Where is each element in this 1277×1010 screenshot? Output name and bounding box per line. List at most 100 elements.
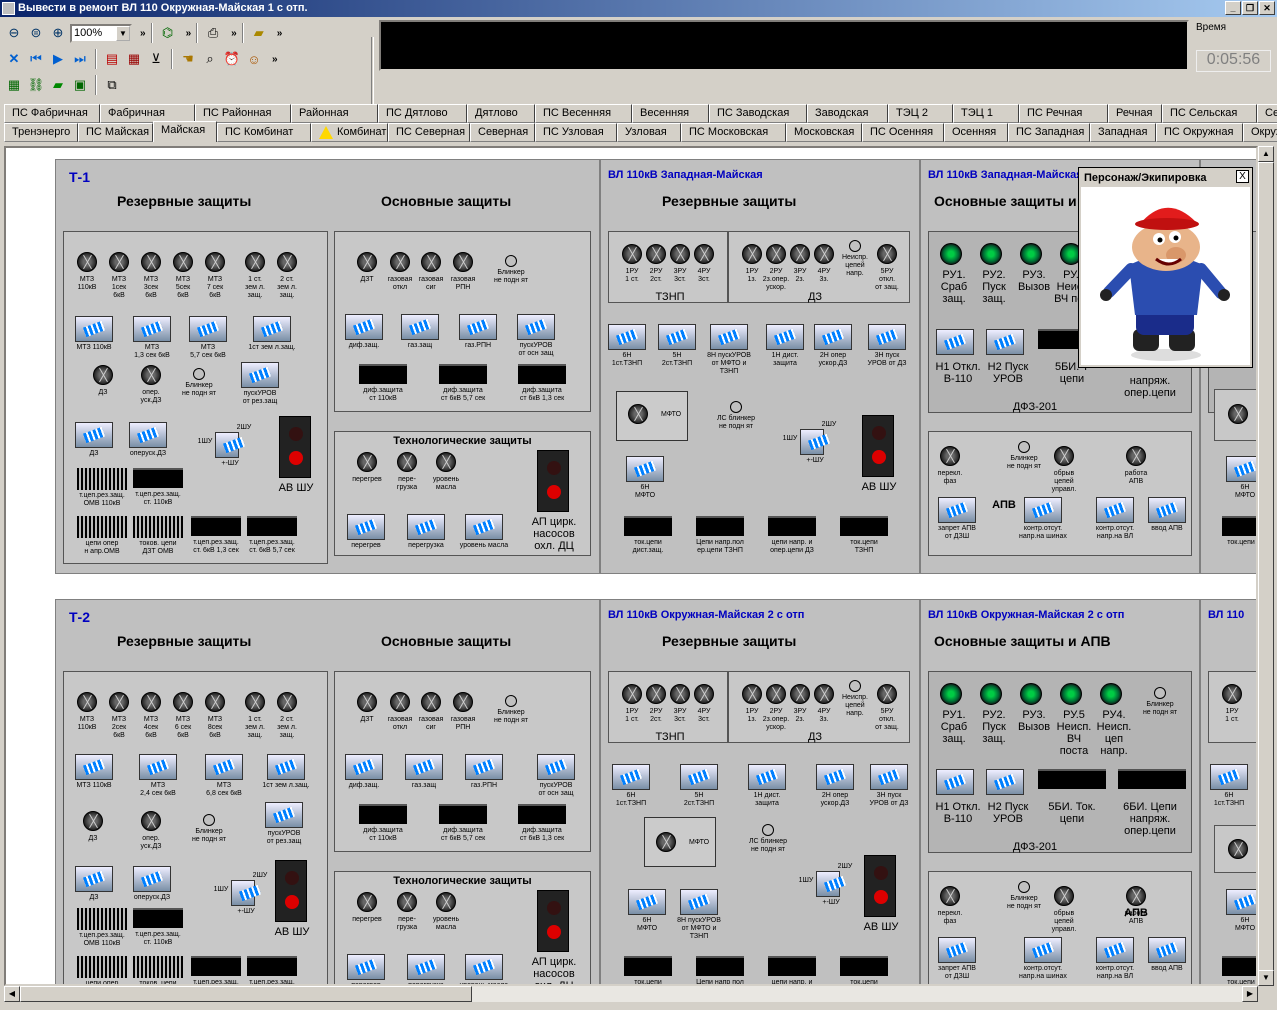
test-block[interactable] <box>247 956 297 976</box>
protection-knob[interactable] <box>790 244 810 264</box>
switch-button[interactable] <box>465 514 503 540</box>
indicator-knob[interactable] <box>1020 243 1042 265</box>
grid-icon[interactable]: ▣ <box>70 75 90 95</box>
table-icon[interactable]: ▦ <box>4 75 24 95</box>
tab-item[interactable]: Тренэнерго <box>4 123 78 142</box>
switch-button[interactable] <box>936 329 974 355</box>
protection-knob[interactable] <box>173 692 193 712</box>
protection-knob[interactable] <box>83 811 103 831</box>
protection-knob[interactable] <box>453 692 473 712</box>
print-icon[interactable]: ⎙ <box>203 23 223 43</box>
switch-button[interactable] <box>710 324 748 350</box>
switch-button[interactable] <box>407 954 445 980</box>
switch-button[interactable] <box>405 754 443 780</box>
switch-button[interactable] <box>816 764 854 790</box>
switch-button[interactable] <box>139 754 177 780</box>
protection-knob[interactable] <box>453 252 473 272</box>
test-block[interactable] <box>133 468 183 488</box>
indicator-knob[interactable] <box>1100 683 1122 705</box>
switch-button[interactable] <box>459 314 497 340</box>
indicator-knob[interactable] <box>1020 683 1042 705</box>
switch-button[interactable] <box>133 316 171 342</box>
protection-knob[interactable] <box>694 244 714 264</box>
protection-knob[interactable] <box>670 684 690 704</box>
play-icon[interactable]: ▶ <box>48 49 68 69</box>
terminal-strip[interactable] <box>77 516 127 538</box>
tab-item[interactable]: ПС Сельская <box>1162 104 1257 123</box>
tab-item[interactable]: ПС Западная <box>1008 123 1090 142</box>
tab-item[interactable]: ПС Осенняя <box>862 123 944 142</box>
test-block[interactable] <box>1222 516 1256 536</box>
switch-button[interactable] <box>75 422 113 448</box>
switch-button[interactable] <box>265 802 303 828</box>
switch-button[interactable] <box>1096 937 1134 963</box>
switch-button[interactable] <box>1024 937 1062 963</box>
scroll-up-icon[interactable]: ▲ <box>1258 146 1274 162</box>
switch-button[interactable] <box>267 754 305 780</box>
switch-button[interactable] <box>986 769 1024 795</box>
magnifier-icon[interactable]: ⌕ <box>200 49 220 69</box>
switch-button[interactable] <box>938 937 976 963</box>
switch-button[interactable] <box>75 866 113 892</box>
switch-button[interactable] <box>680 764 718 790</box>
switch-button[interactable] <box>537 754 575 780</box>
tab-item[interactable]: Сельская <box>1257 104 1277 123</box>
switch-button[interactable] <box>1226 456 1256 482</box>
zoom-fit-icon[interactable]: ⊜ <box>26 23 46 43</box>
switch-button[interactable] <box>1148 937 1186 963</box>
protection-knob[interactable] <box>646 244 666 264</box>
protection-knob[interactable] <box>109 692 129 712</box>
protection-knob[interactable] <box>436 892 456 912</box>
minimize-button[interactable]: _ <box>1225 1 1241 15</box>
protection-knob[interactable] <box>390 252 410 272</box>
protection-knob[interactable] <box>742 244 762 264</box>
switch-button[interactable] <box>133 866 171 892</box>
horizontal-scroll-thumb[interactable] <box>20 986 472 1002</box>
switch-button[interactable] <box>129 422 167 448</box>
switch-button[interactable] <box>75 316 113 342</box>
alarm-clock-icon[interactable]: ⏰ <box>222 49 242 69</box>
zoom-in-icon[interactable]: ⊕ <box>48 23 68 43</box>
protection-knob[interactable] <box>205 692 225 712</box>
tab-item[interactable]: ПС Речная <box>1019 104 1108 123</box>
protection-knob[interactable] <box>646 684 666 704</box>
protection-knob[interactable] <box>141 692 161 712</box>
scroll-right-icon[interactable]: ▶ <box>1242 986 1258 1002</box>
protection-knob[interactable] <box>277 252 297 272</box>
test-block[interactable] <box>439 804 487 824</box>
vertical-scroll-thumb[interactable] <box>1258 162 1274 974</box>
protection-knob[interactable] <box>766 684 786 704</box>
switch-button[interactable] <box>628 889 666 915</box>
zoom-out-icon[interactable]: ⊖ <box>4 23 24 43</box>
switch-button[interactable] <box>938 497 976 523</box>
switch-button[interactable] <box>870 764 908 790</box>
scroll-left-icon[interactable]: ◀ <box>4 986 20 1002</box>
switch-button[interactable] <box>748 764 786 790</box>
tab-item[interactable]: Речная <box>1108 104 1162 123</box>
tab-item[interactable]: Майская <box>153 121 217 142</box>
tab-item[interactable]: Комбинат <box>311 123 388 142</box>
av-breaker[interactable] <box>537 450 569 512</box>
switch-button[interactable] <box>347 954 385 980</box>
person-icon[interactable]: ☺ <box>244 49 264 69</box>
terminal-strip[interactable] <box>77 908 127 930</box>
protection-knob[interactable] <box>397 452 417 472</box>
test-block[interactable] <box>840 516 888 536</box>
protection-knob[interactable] <box>77 692 97 712</box>
protection-knob[interactable] <box>1228 839 1248 859</box>
network-icon[interactable]: ⌬ <box>158 23 178 43</box>
switch-button[interactable] <box>465 754 503 780</box>
popup-close-button[interactable]: X <box>1236 170 1249 183</box>
protection-knob[interactable] <box>622 244 642 264</box>
switch-button[interactable] <box>189 316 227 342</box>
test-block[interactable] <box>133 908 183 928</box>
protection-knob[interactable] <box>357 692 377 712</box>
shu-switch[interactable] <box>231 880 255 906</box>
tab-item[interactable]: ПС Узловая <box>535 123 617 142</box>
scroll-down-icon[interactable]: ▼ <box>1258 970 1274 986</box>
switch-button[interactable] <box>986 329 1024 355</box>
protection-knob[interactable] <box>277 692 297 712</box>
test-block[interactable] <box>247 516 297 536</box>
switch-button[interactable] <box>345 314 383 340</box>
switch-button[interactable] <box>936 769 974 795</box>
